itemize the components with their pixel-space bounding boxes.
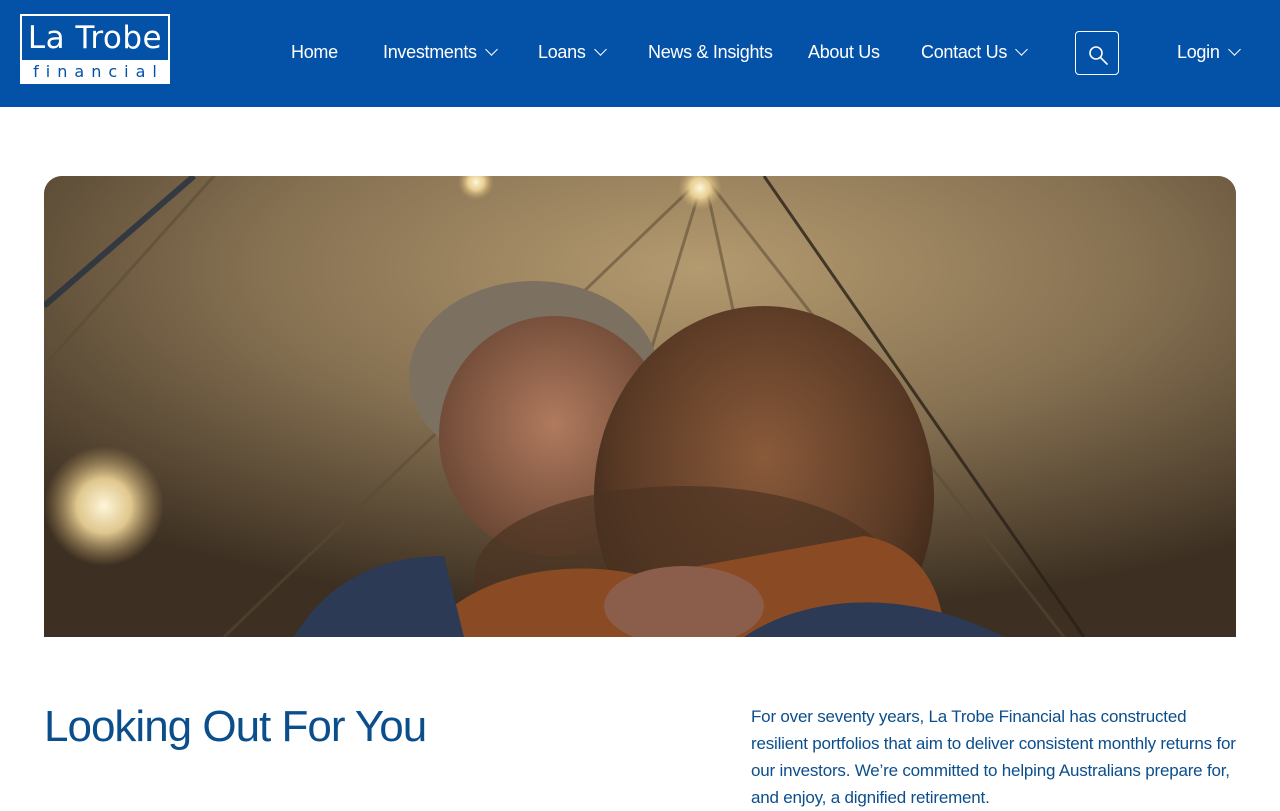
page-title: Looking Out For You [44,702,427,751]
search-button[interactable] [1075,31,1119,75]
nav-home-label: Home [291,41,338,62]
nav-about-us-label: About Us [808,41,880,62]
nav-investments[interactable]: Investments [383,40,498,64]
nav-news-insights-label: News & Insights [648,41,773,62]
main-nav: Home Investments Loans News & Insights A… [0,0,1280,107]
intro-paragraph: For over seventy years, La Trobe Financi… [751,707,1236,807]
chevron-down-icon [593,42,607,56]
nav-loans-label: Loans [538,41,586,62]
search-icon [1089,46,1108,65]
chevron-down-icon [1227,42,1241,56]
login-label: Login [1177,41,1220,62]
site-header: La Trobe financial Home Investments Loan… [0,0,1280,107]
chevron-down-icon [484,42,498,56]
nav-contact-us[interactable]: Contact Us [921,40,1028,64]
nav-loans[interactable]: Loans [538,40,607,64]
chevron-down-icon [1015,42,1028,56]
nav-investments-label: Investments [383,41,477,62]
nav-news-insights[interactable]: News & Insights [648,40,773,64]
nav-contact-us-label: Contact Us [921,41,1008,62]
nav-about-us[interactable]: About Us [808,40,880,64]
hero-image [44,176,1236,637]
nav-home[interactable]: Home [291,40,338,64]
hero-photo-illustration [44,176,1236,637]
login-menu[interactable]: Login [1177,40,1241,64]
